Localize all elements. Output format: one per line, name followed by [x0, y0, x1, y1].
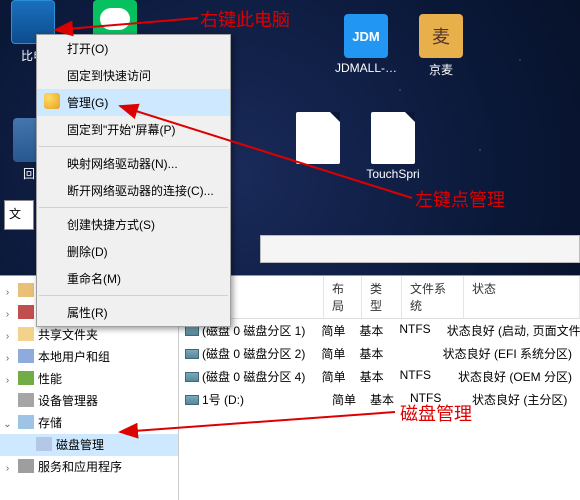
performance-icon	[18, 371, 34, 385]
menu-create-shortcut[interactable]: 创建快捷方式(S)	[37, 211, 230, 238]
menu-manage[interactable]: 管理(G)	[37, 89, 230, 116]
volume-icon	[185, 372, 199, 382]
event-icon	[18, 305, 34, 319]
expand-icon[interactable]: ›	[2, 372, 13, 390]
menu-rename[interactable]: 重命名(M)	[37, 265, 230, 292]
menu-delete[interactable]: 删除(D)	[37, 238, 230, 265]
tree-disk-management[interactable]: 磁盘管理	[0, 434, 178, 456]
shield-icon	[44, 93, 60, 109]
desktop-doc-1[interactable]	[283, 112, 353, 167]
explorer-window-corner: 文	[4, 200, 34, 230]
col-status[interactable]: 状态	[464, 276, 580, 318]
tree-performance[interactable]: ›性能	[0, 368, 178, 390]
expand-icon[interactable]: ›	[2, 284, 13, 302]
volume-icon	[185, 349, 199, 359]
menu-separator	[39, 207, 228, 208]
explorer-toolbar	[260, 235, 580, 263]
annotation-right-click: 右键此电脑	[200, 6, 290, 32]
icon-label: 京麦	[429, 63, 453, 77]
menu-separator	[39, 146, 228, 147]
device-icon	[18, 393, 34, 407]
menu-open[interactable]: 打开(O)	[37, 35, 230, 62]
volume-icon	[185, 395, 199, 405]
icon-label: TouchSpri	[366, 167, 419, 181]
menu-disconnect-network-drive[interactable]: 断开网络驱动器的连接(C)...	[37, 177, 230, 204]
tree-shared-folders[interactable]: ›共享文件夹	[0, 324, 178, 346]
icon-label: JDMALL-…	[335, 61, 397, 75]
menu-pin-start[interactable]: 固定到"开始"屏幕(P)	[37, 116, 230, 143]
storage-icon	[18, 415, 34, 429]
users-icon	[18, 349, 34, 363]
expand-icon[interactable]: ›	[2, 350, 13, 368]
desktop-doc-touchspring[interactable]: TouchSpri	[358, 112, 428, 181]
disk-table-header: 布局 类型 文件系统 状态	[179, 276, 580, 319]
context-menu: 打开(O) 固定到快速访问 管理(G) 固定到"开始"屏幕(P) 映射网络驱动器…	[36, 34, 231, 327]
col-filesystem[interactable]: 文件系统	[402, 276, 464, 318]
menu-map-network-drive[interactable]: 映射网络驱动器(N)...	[37, 150, 230, 177]
menu-pin-quick-access[interactable]: 固定到快速访问	[37, 62, 230, 89]
table-row[interactable]: 1号 (D:)简单基本NTFS状态良好 (主分区)	[179, 388, 580, 411]
tree-services-apps[interactable]: ›服务和应用程序	[0, 456, 178, 478]
tree-device-manager[interactable]: 设备管理器	[0, 390, 178, 412]
col-type[interactable]: 类型	[362, 276, 402, 318]
clock-icon	[18, 283, 34, 297]
table-row[interactable]: (磁盘 0 磁盘分区 4)简单基本NTFS状态良好 (OEM 分区)	[179, 365, 580, 388]
tree-storage[interactable]: ⌄存储	[0, 412, 178, 434]
menu-properties[interactable]: 属性(R)	[37, 299, 230, 326]
annotation-disk-management: 磁盘管理	[400, 400, 472, 426]
table-row[interactable]: (磁盘 0 磁盘分区 2)简单基本状态良好 (EFI 系统分区)	[179, 342, 580, 365]
table-row[interactable]: (磁盘 0 磁盘分区 1)简单基本NTFS状态良好 (启动, 页面文件, 故	[179, 319, 580, 342]
expand-icon[interactable]: ›	[2, 460, 13, 478]
expand-icon[interactable]: ›	[2, 328, 13, 346]
services-icon	[18, 459, 34, 473]
col-layout[interactable]: 布局	[324, 276, 362, 318]
volume-icon	[185, 326, 199, 336]
folder-icon	[18, 327, 34, 341]
jdm-badge: JDM	[344, 14, 388, 58]
desktop-icon-jdmall[interactable]: JDM JDMALL-…	[335, 14, 397, 75]
tree-local-users[interactable]: ›本地用户和组	[0, 346, 178, 368]
menu-separator	[39, 295, 228, 296]
expand-icon[interactable]: ›	[2, 306, 13, 324]
collapse-icon[interactable]: ⌄	[2, 416, 13, 434]
disk-rows: (磁盘 0 磁盘分区 1)简单基本NTFS状态良好 (启动, 页面文件, 故(磁…	[179, 319, 580, 411]
desktop-icon-jingmai[interactable]: 麦京麦	[410, 14, 472, 78]
disk-management-panel: 布局 类型 文件系统 状态 (磁盘 0 磁盘分区 1)简单基本NTFS状态良好 …	[178, 276, 580, 500]
annotation-left-click-manage: 左键点管理	[415, 186, 505, 212]
disk-icon	[36, 437, 52, 451]
